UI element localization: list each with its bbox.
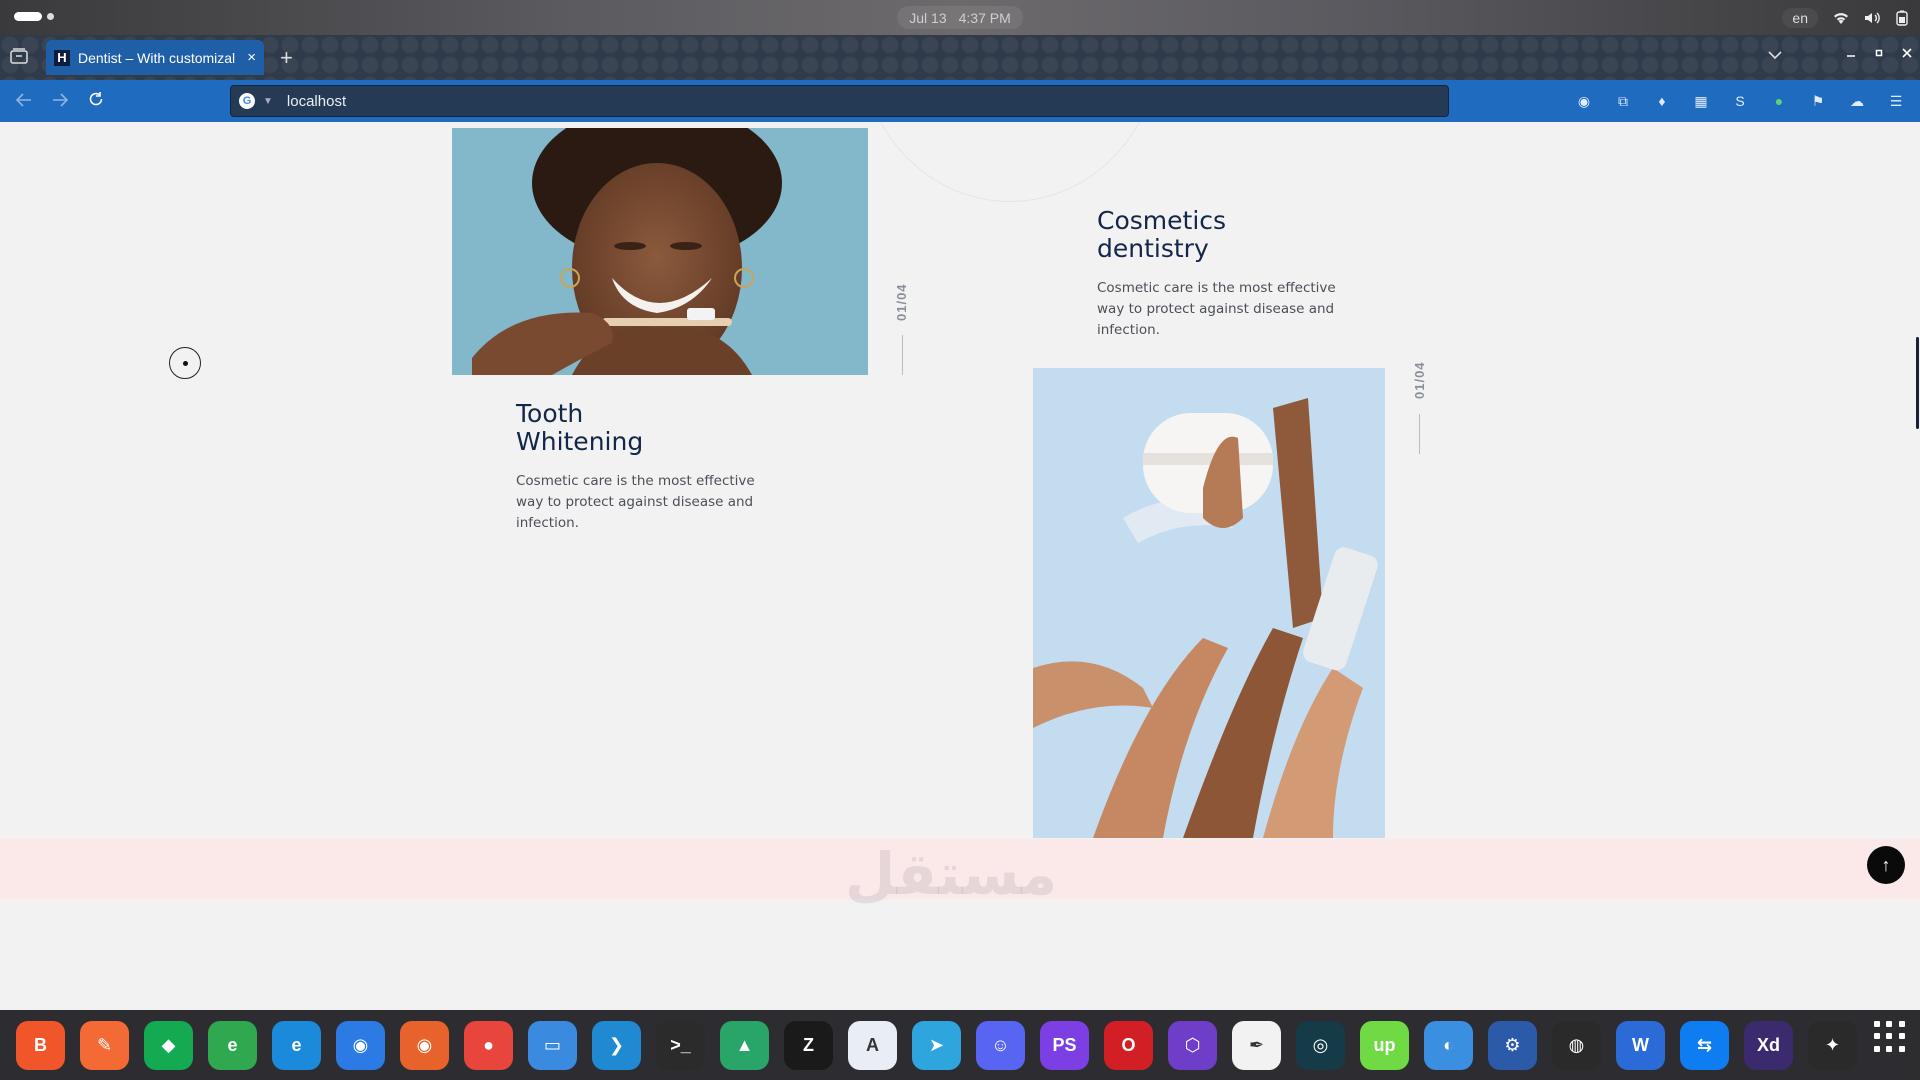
language-indicator[interactable]: en bbox=[1782, 7, 1818, 28]
dock-inkscape-icon[interactable]: ✒ bbox=[1232, 1020, 1281, 1070]
account-icon[interactable]: ◉ bbox=[1574, 91, 1594, 111]
tab-list-dropdown-icon[interactable] bbox=[1768, 47, 1782, 63]
dock-app-store-icon[interactable]: A bbox=[848, 1020, 897, 1070]
service-title: Tooth Whitening bbox=[516, 400, 643, 456]
slide-counter: 01/04 bbox=[1412, 361, 1427, 399]
maximize-icon[interactable] bbox=[1874, 45, 1884, 61]
back-arrow-icon[interactable] bbox=[13, 90, 35, 112]
activities-button[interactable] bbox=[14, 12, 54, 21]
extension-flag-icon[interactable]: ⚑ bbox=[1808, 91, 1828, 111]
dock-phpstorm-icon[interactable]: PS bbox=[1040, 1020, 1089, 1070]
counter-divider bbox=[902, 335, 903, 375]
service-description: Cosmetic care is the most effective way … bbox=[516, 471, 755, 534]
service-title-line: Whitening bbox=[516, 427, 644, 456]
dock-figma-icon[interactable]: ✦ bbox=[1808, 1020, 1857, 1070]
dock-system-monitor-icon[interactable]: ▲ bbox=[720, 1020, 769, 1070]
extensions-puzzle-icon[interactable]: ⧉ bbox=[1613, 91, 1633, 111]
site-favicon: H bbox=[54, 49, 70, 66]
dock-telegram-icon[interactable]: ➤ bbox=[912, 1020, 961, 1070]
window-controls bbox=[1846, 45, 1912, 61]
dock-adobe-xd-icon[interactable]: Xd bbox=[1744, 1020, 1793, 1070]
service-description-line: way to protect against disease and bbox=[1097, 301, 1335, 317]
dock-zed-icon[interactable]: Z bbox=[784, 1020, 833, 1070]
service-description-line: infection. bbox=[516, 515, 579, 531]
service-description: Cosmetic care is the most effective way … bbox=[1097, 278, 1336, 341]
dock-upwork-icon[interactable]: up bbox=[1360, 1020, 1409, 1070]
reload-icon[interactable] bbox=[85, 90, 107, 112]
system-tray[interactable]: en bbox=[1782, 4, 1908, 31]
dock-files-icon[interactable]: ▭ bbox=[528, 1020, 577, 1070]
service-title-line: Tooth bbox=[516, 399, 584, 428]
extension-green-icon[interactable]: ● bbox=[1769, 91, 1789, 111]
dock-gitkraken-icon[interactable]: ◎ bbox=[1296, 1020, 1345, 1070]
clock-date: Jul 13 bbox=[909, 9, 947, 26]
counter-divider bbox=[1419, 414, 1420, 454]
service-description-line: Cosmetic care is the most effective bbox=[516, 473, 755, 489]
watermark-logo: مستقل bbox=[845, 840, 1058, 908]
battery-icon bbox=[1896, 10, 1908, 26]
extension-s-icon[interactable]: S bbox=[1730, 91, 1750, 111]
system-top-bar: Jul 13 4:37 PM en bbox=[0, 0, 1920, 35]
workspace-indicator-active bbox=[14, 12, 42, 21]
new-tab-button[interactable]: + bbox=[280, 45, 293, 71]
clock-time: 4:37 PM bbox=[958, 9, 1011, 26]
service-title-line: dentistry bbox=[1097, 234, 1209, 263]
menu-icon[interactable]: ☰ bbox=[1886, 91, 1906, 111]
chevron-down-icon[interactable]: ▼ bbox=[263, 96, 273, 107]
search-engine-google-icon[interactable]: G bbox=[239, 93, 255, 109]
clock[interactable]: Jul 13 4:37 PM bbox=[897, 6, 1023, 29]
dock-edge-dev-icon[interactable]: e bbox=[208, 1020, 257, 1070]
address-bar[interactable]: G ▼ localhost bbox=[230, 85, 1449, 117]
service-description-line: infection. bbox=[1097, 322, 1160, 338]
dock-brave-icon[interactable]: B bbox=[16, 1020, 65, 1070]
dock-firefox-dev-icon[interactable]: ◉ bbox=[336, 1020, 385, 1070]
slide-counter: 01/04 bbox=[894, 283, 909, 321]
dock-hyper-icon[interactable]: ⬡ bbox=[1168, 1020, 1217, 1070]
extension-cloud-icon[interactable]: ☁ bbox=[1847, 91, 1867, 111]
extension-pin-icon[interactable]: ♦ bbox=[1652, 91, 1672, 111]
close-tab-icon[interactable]: × bbox=[247, 49, 256, 66]
dock-firefox-icon[interactable]: ◉ bbox=[400, 1020, 449, 1070]
browser-toolbar: G ▼ localhost ◉ ⧉ ♦ ▦ S ● ⚑ ☁ ☰ bbox=[0, 80, 1920, 122]
service-description-line: Cosmetic care is the most effective bbox=[1097, 280, 1336, 296]
application-dock: B ✎ ◆ e e ◉ ◉ ● ▭ ❯ >_ ▲ Z A ➤ ☺ PS O ⬡ ✒ ◎ up ◐ ⚙ ◍ W ⇆ Xd ✦ bbox=[0, 1010, 1920, 1080]
dock-settings-icon[interactable]: ⚙ bbox=[1488, 1020, 1537, 1070]
dock-word-icon[interactable]: W bbox=[1616, 1020, 1665, 1070]
tab-overview-icon[interactable] bbox=[10, 48, 30, 66]
dock-safari-like-icon[interactable]: ◐ bbox=[1424, 1020, 1473, 1070]
show-apps-grid-icon[interactable] bbox=[1874, 1021, 1906, 1053]
service-description-line: way to protect against disease and bbox=[516, 494, 754, 510]
tab-strip: H Dentist – With customizal × + bbox=[0, 35, 1920, 80]
extension-toolbar: ◉ ⧉ ♦ ▦ S ● ⚑ ☁ ☰ bbox=[1574, 91, 1906, 111]
tab-title: Dentist – With customizal bbox=[78, 49, 236, 66]
dock-postman-icon[interactable]: ✎ bbox=[80, 1020, 129, 1070]
tooth-whitening-image bbox=[452, 128, 868, 375]
tab-dentist[interactable]: H Dentist – With customizal × bbox=[46, 40, 264, 75]
dock-obs-icon[interactable]: ◍ bbox=[1552, 1020, 1601, 1070]
dock-vscode-icon[interactable]: ❯ bbox=[592, 1020, 641, 1070]
minimize-icon[interactable] bbox=[1846, 45, 1856, 61]
cosmetics-dentistry-image bbox=[1033, 368, 1385, 838]
back-to-top-button[interactable]: ↑ bbox=[1867, 846, 1905, 884]
dock-discord-icon[interactable]: ☺ bbox=[976, 1020, 1025, 1070]
volume-icon bbox=[1864, 11, 1882, 25]
custom-cursor-icon bbox=[169, 347, 201, 379]
close-window-icon[interactable] bbox=[1902, 45, 1912, 61]
extension-grid-icon[interactable]: ▦ bbox=[1691, 91, 1711, 111]
forward-arrow-icon[interactable] bbox=[49, 90, 71, 112]
dock-edge-icon[interactable]: e bbox=[272, 1020, 321, 1070]
url-text[interactable]: localhost bbox=[287, 93, 346, 110]
workspace-indicator bbox=[47, 13, 54, 20]
dock-teamviewer-icon[interactable]: ⇆ bbox=[1680, 1020, 1729, 1070]
service-title: Cosmetics dentistry bbox=[1097, 207, 1226, 263]
decorative-arc bbox=[860, 122, 1160, 202]
dock-terminal-icon[interactable]: >_ bbox=[656, 1020, 705, 1070]
dock-mongodb-compass-icon[interactable]: ◆ bbox=[144, 1020, 193, 1070]
wifi-icon bbox=[1832, 11, 1850, 25]
service-title-line: Cosmetics bbox=[1097, 206, 1227, 235]
dock-opera-icon[interactable]: O bbox=[1104, 1020, 1153, 1070]
dock-chrome-icon[interactable]: ● bbox=[464, 1020, 513, 1070]
scrollbar-thumb[interactable] bbox=[1916, 337, 1919, 429]
